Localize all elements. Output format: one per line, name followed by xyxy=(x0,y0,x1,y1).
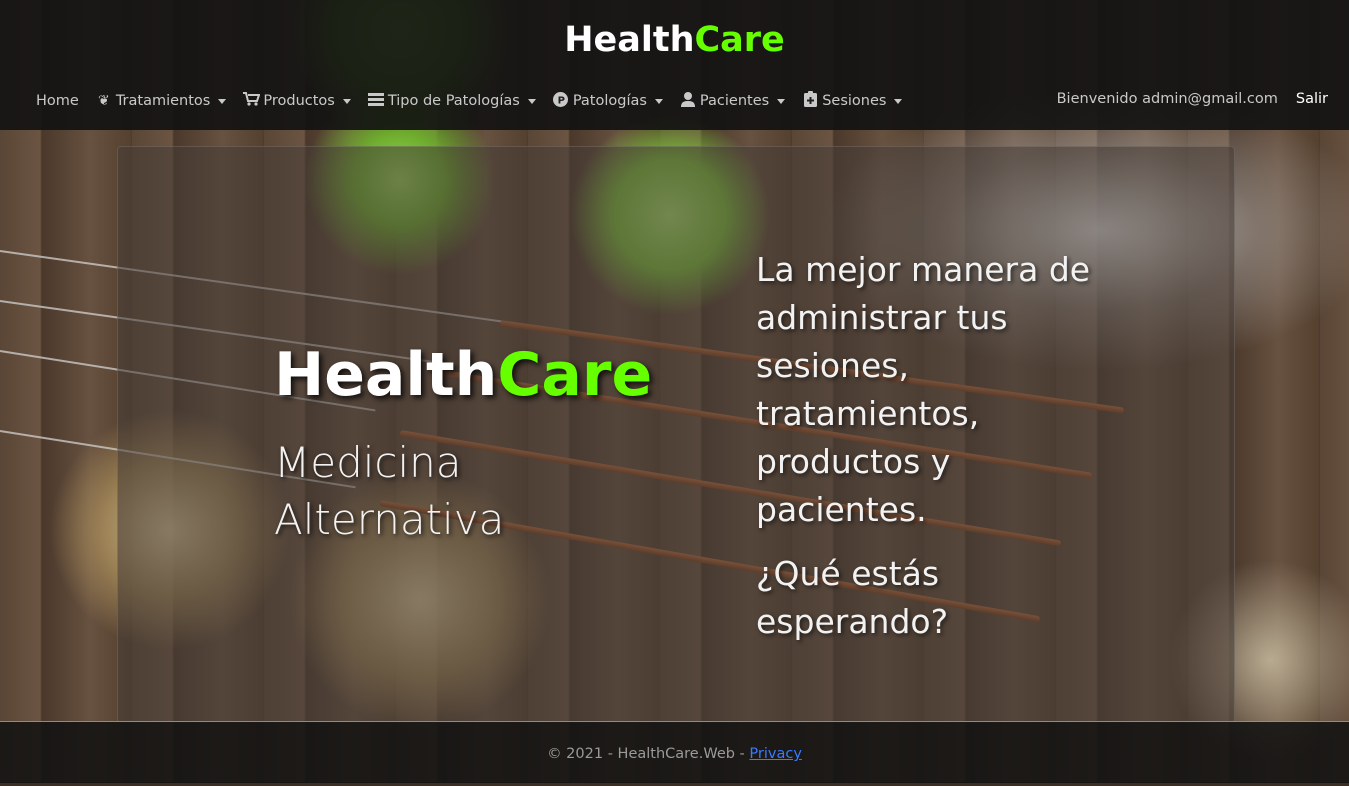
hero-subtitle: Medicina Alternativa xyxy=(274,438,505,544)
privacy-link[interactable]: Privacy xyxy=(749,746,802,762)
caret-down-icon xyxy=(654,98,663,104)
p-circle-icon: P xyxy=(552,91,570,111)
caret-down-icon xyxy=(527,98,536,104)
hero-cta-text: ¿Qué estás esperando? xyxy=(756,554,949,641)
logout-link[interactable]: Salir xyxy=(1296,91,1328,107)
nav-home-label: Home xyxy=(36,93,79,109)
nav-sesiones[interactable]: Sesiones xyxy=(801,91,903,111)
user-nav: Bienvenido admin@gmail.com Salir xyxy=(1057,91,1328,107)
user-icon xyxy=(679,91,697,111)
navbar-brand[interactable]: HealthCare xyxy=(0,20,1349,60)
brand-part-2: Care xyxy=(694,20,785,60)
hero-brand: HealthCare xyxy=(274,340,652,410)
nav-sesiones-label: Sesiones xyxy=(822,93,887,109)
nav-home[interactable]: Home xyxy=(36,93,79,109)
caret-down-icon xyxy=(218,98,227,104)
leaf-hands-icon: ❦ xyxy=(97,93,110,109)
caret-down-icon xyxy=(894,98,903,104)
hero-brand-part-1: Health xyxy=(274,340,498,410)
caret-down-icon xyxy=(777,98,786,104)
welcome-text: Bienvenido admin@gmail.com xyxy=(1056,91,1278,107)
nav-tipo-patologias-label: Tipo de Patologías xyxy=(387,93,520,109)
main-nav: Home ❦ Tratamientos Productos Tipo de Pa… xyxy=(36,91,918,111)
brand-part-1: Health xyxy=(564,20,695,60)
list-icon xyxy=(367,92,385,110)
nav-patologias[interactable]: P Patologías xyxy=(552,91,663,111)
nav-productos[interactable]: Productos xyxy=(242,92,351,110)
nav-productos-label: Productos xyxy=(263,93,335,109)
nav-tratamientos[interactable]: ❦ Tratamientos xyxy=(95,93,227,109)
svg-text:P: P xyxy=(558,95,565,106)
footer: © 2021 - HealthCare.Web - Privacy xyxy=(0,721,1349,783)
nav-tipo-patologias[interactable]: Tipo de Patologías xyxy=(367,92,536,110)
nav-patologias-label: Patologías xyxy=(572,93,647,109)
hero-description: La mejor manera de administrar tus sesio… xyxy=(756,250,1091,529)
nav-pacientes[interactable]: Pacientes xyxy=(679,91,786,111)
hero-brand-part-2: Care xyxy=(497,340,653,410)
cart-icon xyxy=(242,92,261,110)
clipboard-plus-icon xyxy=(801,91,819,111)
nav-tratamientos-label: Tratamientos xyxy=(115,93,211,109)
footer-copyright: © 2021 - HealthCare.Web - xyxy=(547,746,750,762)
navbar: HealthCare Home ❦ Tratamientos Productos… xyxy=(0,0,1349,130)
caret-down-icon xyxy=(342,98,351,104)
nav-pacientes-label: Pacientes xyxy=(699,93,770,109)
